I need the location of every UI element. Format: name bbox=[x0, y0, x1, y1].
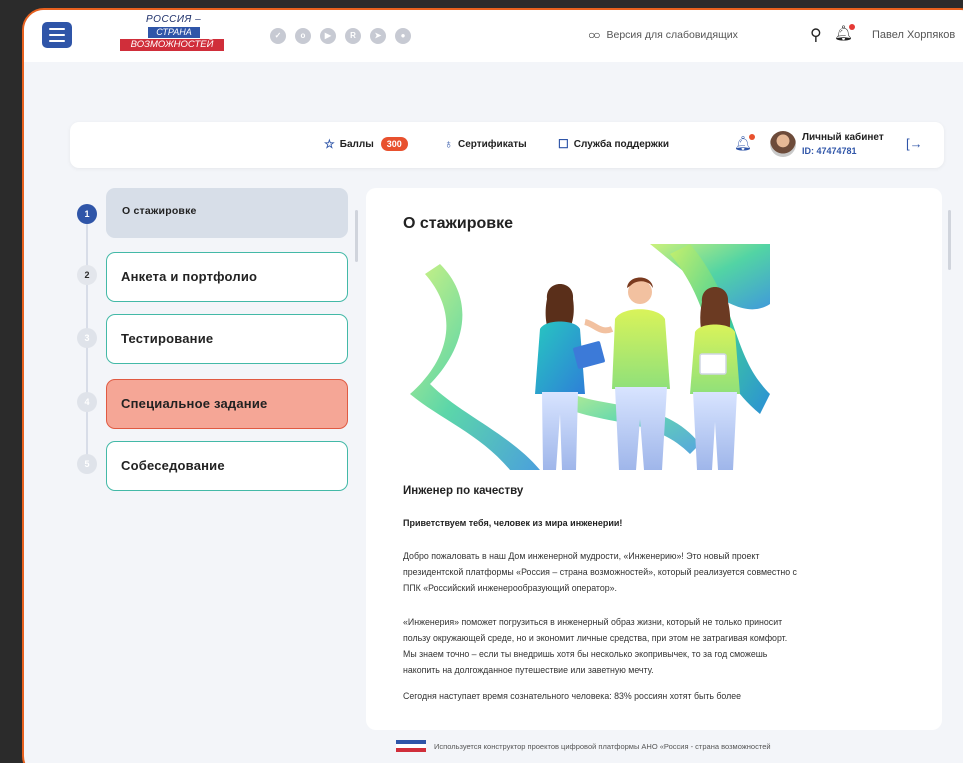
user-name[interactable]: Павел Хорпяков bbox=[872, 29, 955, 41]
woman-right-figure bbox=[690, 287, 740, 470]
lifestyle-line-2: пользу окружающей среде, но и экономит л… bbox=[403, 633, 788, 643]
vk-icon[interactable]: ✓ bbox=[270, 28, 286, 44]
page-title: О стажировке bbox=[403, 215, 513, 232]
app-frame: РОССИЯ – СТРАНА ВОЗМОЖНОСТЕЙ ✓ o ▶ R ➤ ●… bbox=[22, 8, 963, 763]
step-number-5: 5 bbox=[77, 454, 97, 474]
logo-line-1: РОССИЯ – bbox=[146, 14, 202, 25]
lifestyle-line-3: Мы знаем точно – если ты внедришь хотя б… bbox=[403, 649, 768, 659]
position-title: Инженер по качеству bbox=[403, 485, 524, 497]
account-bell-icon[interactable]: 🔔︎ bbox=[734, 134, 755, 152]
rutube-icon[interactable]: R bbox=[345, 28, 361, 44]
site-logo[interactable]: РОССИЯ – СТРАНА ВОЗМОЖНОСТЕЙ bbox=[120, 14, 230, 58]
step-special-task[interactable]: Специальное задание bbox=[106, 379, 348, 429]
awareness-paragraph: Сегодня наступает время сознательного че… bbox=[403, 688, 923, 704]
greeting-text: Приветствуем тебя, человек из мира инжен… bbox=[403, 518, 623, 528]
footer-text: Используется конструктор проектов цифров… bbox=[434, 741, 771, 751]
support-link[interactable]: ☐ Служба поддержки bbox=[558, 137, 669, 151]
top-bar: РОССИЯ – СТРАНА ВОЗМОЖНОСТЕЙ ✓ o ▶ R ➤ ●… bbox=[24, 10, 963, 62]
step-application-portfolio[interactable]: Анкета и портфолио bbox=[106, 252, 348, 302]
step-interview[interactable]: Собеседование bbox=[106, 441, 348, 491]
account-notification-dot bbox=[748, 134, 755, 140]
glasses-icon: ○○ bbox=[588, 28, 600, 42]
search-icon[interactable]: ⚲ bbox=[810, 25, 822, 45]
intro-line-3: ППК «Российский инженерообразующий опера… bbox=[403, 583, 617, 593]
logout-icon[interactable]: [→ bbox=[906, 136, 923, 151]
low-vision-label: Версия для слабовидящих bbox=[606, 29, 738, 41]
logo-line-2: СТРАНА bbox=[148, 27, 200, 38]
content-panel: О стажировке Инженер по качеству Приветс… bbox=[366, 188, 942, 730]
support-label: Служба поддержки bbox=[573, 138, 669, 150]
sidebar-scrollbar[interactable] bbox=[355, 210, 358, 262]
lifestyle-line-4: накопить на долгожданное путешествие или… bbox=[403, 665, 654, 675]
cabinet-label: Личный кабинет bbox=[802, 132, 884, 143]
chat-icon: ☐ bbox=[558, 137, 569, 151]
man-center-figure bbox=[584, 277, 670, 470]
account-navbar: ☆ Баллы 300 ♁ Сертификаты ☐ Служба подде… bbox=[70, 122, 944, 168]
content-scrollbar[interactable] bbox=[948, 210, 951, 270]
footer: Используется конструктор проектов цифров… bbox=[396, 740, 771, 752]
footer-logo bbox=[396, 740, 426, 752]
step-testing[interactable]: Тестирование bbox=[106, 314, 348, 364]
certificates-label: Сертификаты bbox=[458, 138, 527, 150]
intro-line-2: президентской платформы «Россия – страна… bbox=[403, 567, 797, 577]
lifestyle-line-1: «Инженерия» поможет погрузиться в инжене… bbox=[403, 617, 783, 627]
avatar[interactable] bbox=[770, 131, 796, 157]
notification-dot bbox=[849, 24, 856, 30]
award-icon: ♁ bbox=[444, 137, 453, 151]
star-icon: ☆ bbox=[324, 137, 335, 151]
lifestyle-paragraph: «Инженерия» поможет погрузиться в инжене… bbox=[403, 614, 923, 678]
step-number-3: 3 bbox=[77, 328, 97, 348]
step-about-internship[interactable]: О стажировке bbox=[106, 188, 348, 238]
woman-left-figure bbox=[535, 284, 605, 470]
telegram-icon[interactable]: ➤ bbox=[370, 28, 386, 44]
notification-bell-icon[interactable]: 🔔︎ bbox=[834, 24, 856, 42]
personal-cabinet-link[interactable]: Личный кабинет ID: 47474781 bbox=[802, 132, 884, 156]
low-vision-link[interactable]: ○○ Версия для слабовидящих bbox=[588, 28, 738, 42]
menu-icon[interactable] bbox=[42, 22, 72, 48]
step-number-2: 2 bbox=[77, 265, 97, 285]
social-links: ✓ o ▶ R ➤ ● bbox=[270, 28, 411, 44]
certificates-link[interactable]: ♁ Сертификаты bbox=[444, 137, 527, 151]
step-number-1: 1 bbox=[77, 204, 97, 224]
tenchat-icon[interactable]: ● bbox=[395, 28, 411, 44]
internship-illustration bbox=[400, 244, 770, 470]
step-number-4: 4 bbox=[77, 392, 97, 412]
intro-line-1: Добро пожаловать в наш Дом инженерной му… bbox=[403, 551, 760, 561]
ok-icon[interactable]: o bbox=[295, 28, 311, 44]
intro-paragraph: Добро пожаловать в наш Дом инженерной му… bbox=[403, 548, 923, 596]
logo-line-3: ВОЗМОЖНОСТЕЙ bbox=[120, 39, 224, 51]
awareness-line-1: Сегодня наступает время сознательного че… bbox=[403, 691, 742, 701]
points-label: Баллы bbox=[339, 138, 374, 150]
points-badge: 300 bbox=[380, 137, 408, 151]
cabinet-id: ID: 47474781 bbox=[802, 146, 857, 156]
youtube-icon[interactable]: ▶ bbox=[320, 28, 336, 44]
points-link[interactable]: ☆ Баллы 300 bbox=[324, 137, 408, 151]
steps-sidebar: 1 О стажировке 2 Анкета и портфолио 3 Те… bbox=[24, 188, 364, 508]
